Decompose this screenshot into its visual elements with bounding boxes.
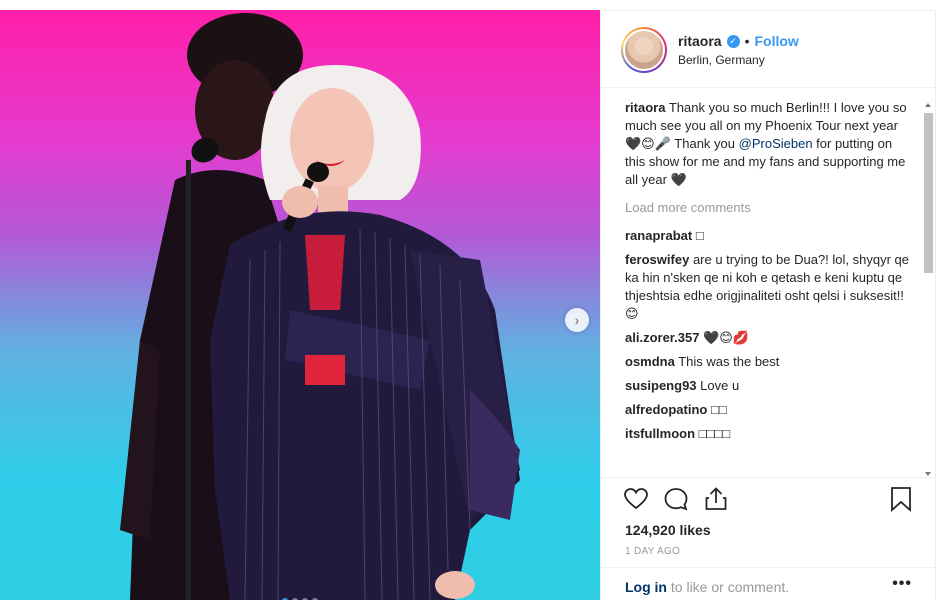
comment-item: alfredopatino □□ [625,401,915,419]
comments-list: ritaora Thank you so much Berlin!!! I lo… [625,99,915,449]
bookmark-icon[interactable] [888,486,914,512]
comment-item: feroswifey are u trying to be Dua?! lol,… [625,251,915,323]
post-side-panel: ritaora ✓ • Follow Berlin, Germany ritao… [600,10,936,600]
load-more-comments-button[interactable]: Load more comments [625,199,915,217]
comment-username[interactable]: feroswifey [625,252,689,267]
follow-button[interactable]: Follow [754,33,798,49]
login-suffix: to like or comment. [670,579,790,595]
comment-username[interactable]: alfredopatino [625,402,707,417]
comment-username[interactable]: osmdna [625,354,675,369]
instagram-post: › ritaora ✓ • Follow Berlin, Germany rit… [0,0,936,600]
caption-username[interactable]: ritaora [625,100,665,115]
action-icons [623,486,729,512]
comment-icon[interactable] [663,486,689,512]
comment-item: susipeng93 Love u [625,377,915,395]
comment-text: □□□□ [698,426,731,441]
next-image-button[interactable]: › [565,308,589,332]
login-prompt: Log in to like or comment. ••• [601,567,936,600]
profile-avatar[interactable] [621,27,667,73]
stage-photo [0,10,600,600]
chevron-right-icon: › [574,312,580,328]
more-options-icon[interactable]: ••• [892,575,912,593]
comment-text: Love u [700,378,740,393]
comment-text: This was the best [678,354,780,369]
comments-scrollbar[interactable] [923,103,934,476]
scrollbar-thumb[interactable] [924,113,933,273]
comment-item: itsfullmoon □□□□ [625,425,915,443]
heart-icon[interactable] [623,486,649,512]
comment-text: 🖤😊💋 [703,330,750,345]
comment-item: osmdna This was the best [625,353,915,371]
comment-item: ali.zorer.357 🖤😊💋 [625,329,915,347]
share-icon[interactable] [703,486,729,512]
post-actions: 124,920 likes 1 DAY AGO Log in to like o… [601,477,936,600]
mention-link[interactable]: @ProSieben [739,136,813,151]
comment-username[interactable]: itsfullmoon [625,426,695,441]
scroll-down-arrow-icon[interactable] [925,472,931,476]
likes-count[interactable]: 124,920 likes [625,522,711,538]
header-user-line: ritaora ✓ • Follow [678,33,799,49]
comment-text: □ [695,228,704,243]
verified-badge-icon: ✓ [726,34,740,48]
avatar-image [623,29,665,71]
comment-username[interactable]: ranaprabat [625,228,692,243]
separator-dot: • [744,33,750,49]
scroll-up-arrow-icon[interactable] [925,103,931,107]
post-timestamp[interactable]: 1 DAY AGO [625,546,680,557]
comment-item: ranaprabat □ [625,227,915,245]
post-header: ritaora ✓ • Follow Berlin, Germany [601,11,936,88]
login-link[interactable]: Log in [625,579,667,595]
comments-section[interactable]: ritaora Thank you so much Berlin!!! I lo… [601,89,936,476]
post-image[interactable]: › [0,10,600,600]
location-link[interactable]: Berlin, Germany [678,53,765,67]
comment-username[interactable]: ali.zorer.357 [625,330,699,345]
caption: ritaora Thank you so much Berlin!!! I lo… [625,99,915,189]
login-text: Log in to like or comment. [625,579,789,595]
comment-text: □□ [710,402,727,417]
username-link[interactable]: ritaora [678,33,722,49]
comment-username[interactable]: susipeng93 [625,378,697,393]
